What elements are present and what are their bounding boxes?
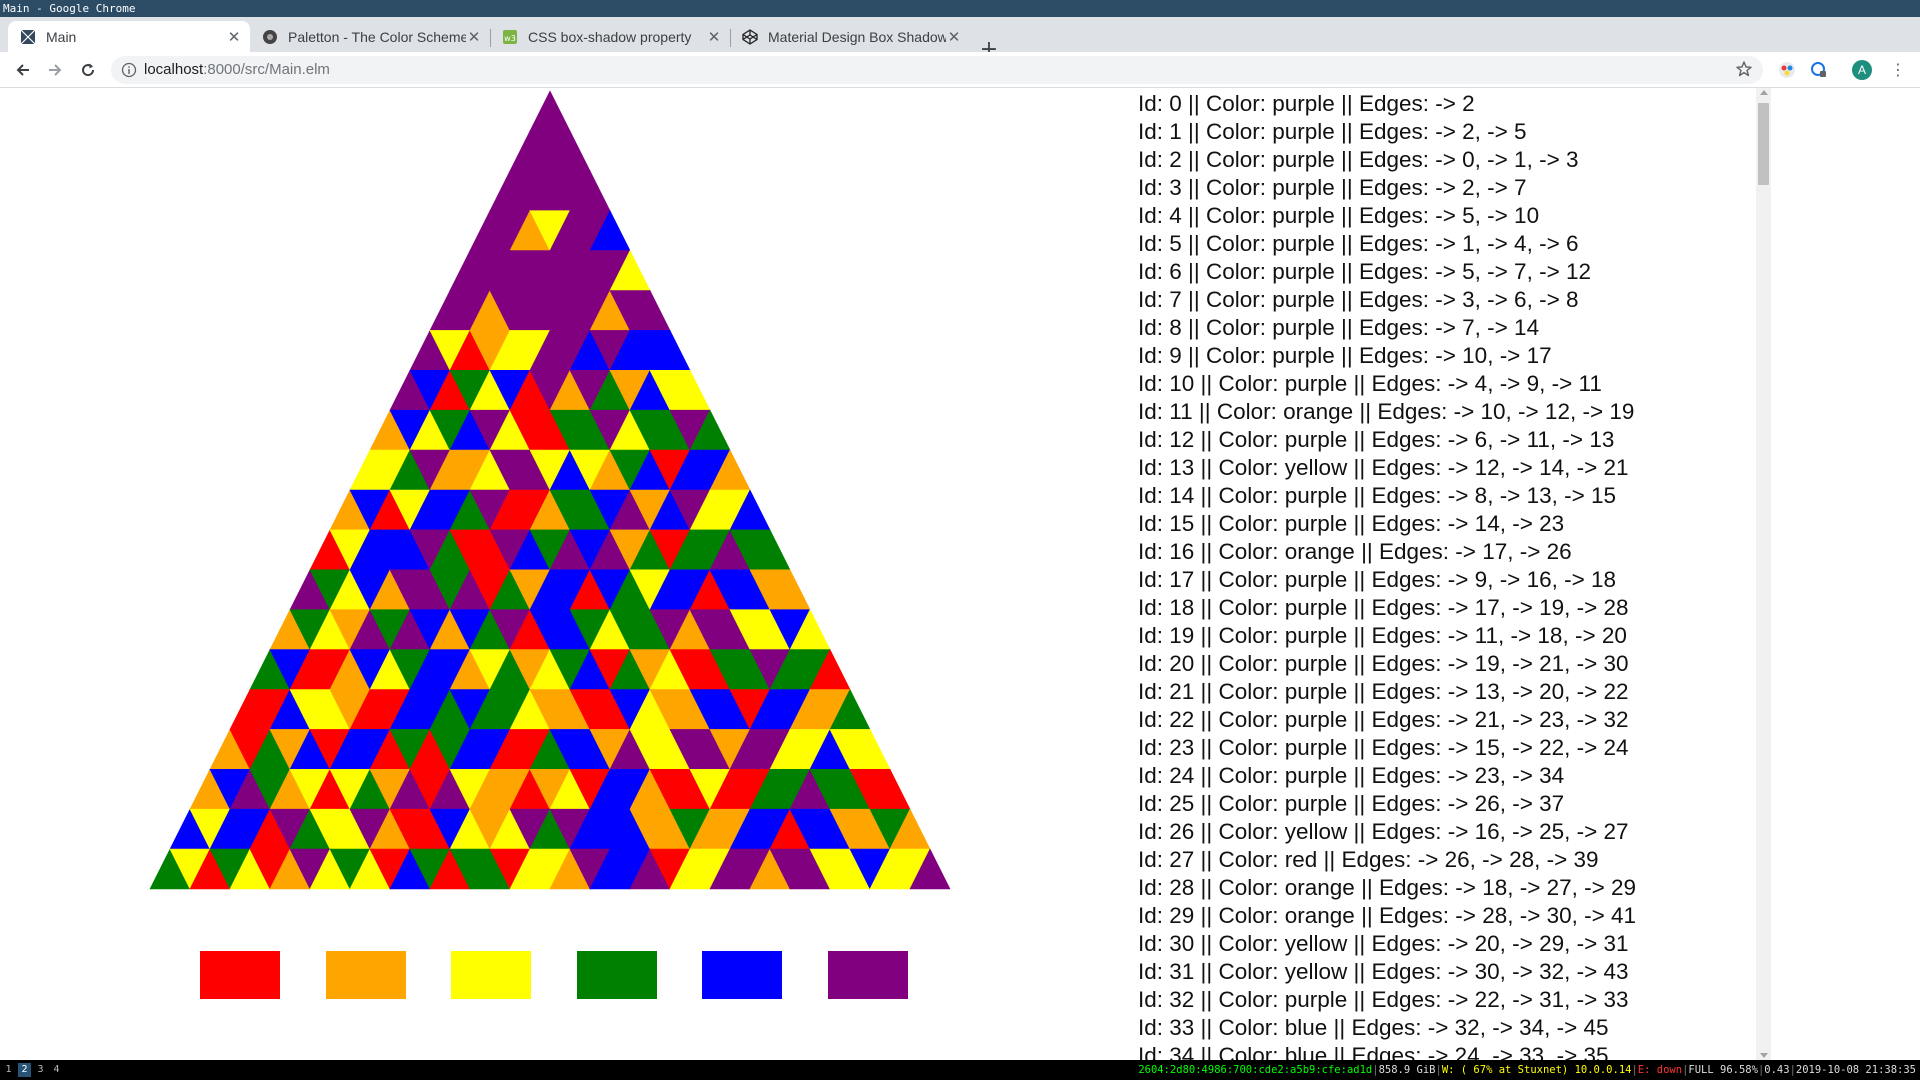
- tab-label: Paletton - The Color Scheme Designer: [288, 28, 466, 45]
- node-entry: Id: 25 || Color: purple || Edges: -> 26,…: [1138, 791, 1565, 816]
- scrollbar-thumb[interactable]: [1758, 103, 1769, 185]
- close-tab-icon[interactable]: ✕: [466, 28, 482, 46]
- node-entry: Id: 2 || Color: purple || Edges: -> 0, -…: [1138, 147, 1579, 172]
- forward-button[interactable]: [43, 58, 67, 82]
- codepen-icon: [742, 28, 758, 45]
- node-entry: Id: 3 || Color: purple || Edges: -> 2, -…: [1138, 175, 1527, 200]
- url-text: localhost:8000/src/Main.elm: [144, 61, 330, 78]
- info-icon[interactable]: [121, 62, 137, 82]
- back-arrow-icon: [16, 64, 29, 76]
- close-tab-icon[interactable]: ✕: [946, 28, 962, 46]
- clock: 2019-10-08 21:38:35: [1795, 1064, 1916, 1076]
- scroll-up-arrow-icon[interactable]: [1760, 90, 1768, 95]
- node-entry: Id: 28 || Color: orange || Edges: -> 18,…: [1138, 875, 1637, 900]
- reload-button[interactable]: [76, 58, 100, 82]
- close-tab-icon[interactable]: ✕: [706, 28, 722, 46]
- address-bar[interactable]: localhost:8000/src/Main.elm: [111, 56, 1763, 84]
- browser-toolbar: localhost:8000/src/Main.elm A ⋮: [0, 52, 1920, 88]
- workspace-3[interactable]: 3: [34, 1063, 47, 1077]
- node-entry: Id: 5 || Color: purple || Edges: -> 1, -…: [1138, 231, 1579, 256]
- node-entry: Id: 21 || Color: purple || Edges: -> 13,…: [1138, 679, 1629, 704]
- tab-label: Main: [46, 28, 77, 45]
- battery-status: FULL 96.58%: [1688, 1064, 1758, 1076]
- node-entry: Id: 7 || Color: purple || Edges: -> 3, -…: [1138, 287, 1579, 312]
- node-entry: Id: 12 || Color: purple || Edges: -> 6, …: [1138, 427, 1615, 452]
- window-title: Main - Google Chrome: [0, 0, 1920, 17]
- swatch-yellow[interactable]: [451, 951, 531, 999]
- triangle-cell[interactable]: [529, 90, 571, 132]
- node-entry: Id: 24 || Color: purple || Edges: -> 23,…: [1138, 763, 1565, 788]
- node-entry: Id: 27 || Color: red || Edges: -> 26, ->…: [1138, 847, 1599, 872]
- status-info: 2604:2d80:4986:700:cde2:a5b9:cfe:ad1d|85…: [1138, 1064, 1916, 1076]
- scroll-down-arrow-icon[interactable]: [1760, 1053, 1768, 1058]
- wifi-status: W: ( 67% at Stuxnet) 10.0.0.14: [1441, 1064, 1632, 1076]
- swatch-green[interactable]: [577, 951, 657, 999]
- node-entry: Id: 29 || Color: orange || Edges: -> 28,…: [1138, 903, 1637, 928]
- vertical-scrollbar[interactable]: [1756, 88, 1771, 1060]
- color-extension-icon[interactable]: [1777, 60, 1797, 80]
- bookmark-star-icon[interactable]: [1735, 60, 1753, 82]
- node-entry: Id: 10 || Color: purple || Edges: -> 4, …: [1138, 371, 1602, 396]
- disk-space: 858.9 GiB: [1378, 1064, 1436, 1076]
- node-list: Id: 0 || Color: purple || Edges: -> 2 Id:…: [1138, 88, 1758, 1060]
- node-entry: Id: 19 || Color: purple || Edges: -> 11,…: [1138, 623, 1627, 648]
- node-entry: Id: 22 || Color: purple || Edges: -> 21,…: [1138, 707, 1629, 732]
- paletton-icon: [262, 29, 278, 45]
- reload-icon: [82, 63, 95, 77]
- node-entry: Id: 34 || Color: blue || Edges: -> 24, -…: [1138, 1043, 1609, 1060]
- node-entry: Id: 11 || Color: orange || Edges: -> 10,…: [1138, 399, 1635, 424]
- node-entry: Id: 6 || Color: purple || Edges: -> 5, -…: [1138, 259, 1591, 284]
- load-average: 0.43: [1764, 1064, 1790, 1076]
- tab-paletton[interactable]: Paletton - The Color Scheme Designer ✕: [250, 21, 490, 52]
- back-button[interactable]: [11, 58, 35, 82]
- elm-icon: [20, 29, 36, 45]
- node-entry: Id: 26 || Color: yellow || Edges: -> 16,…: [1138, 819, 1629, 844]
- node-entry: Id: 18 || Color: purple || Edges: -> 17,…: [1138, 595, 1629, 620]
- node-entry: Id: 4 || Color: purple || Edges: -> 5, -…: [1138, 203, 1540, 228]
- workspace-2[interactable]: 2: [18, 1063, 31, 1077]
- ethernet-status: E: down: [1637, 1064, 1683, 1076]
- node-entry: Id: 31 || Color: yellow || Edges: -> 30,…: [1138, 959, 1629, 984]
- node-entry: Id: 33 || Color: blue || Edges: -> 32, -…: [1138, 1015, 1609, 1040]
- url-path: :8000/src/Main.elm: [203, 61, 330, 78]
- node-entry: Id: 32 || Color: purple || Edges: -> 22,…: [1138, 987, 1629, 1012]
- tab-strip: Main ✕ Paletton - The Color Scheme Desig…: [0, 17, 1920, 61]
- forward-arrow-icon: [49, 64, 62, 76]
- workspace-1[interactable]: 1: [2, 1063, 15, 1077]
- tab-label: Material Design Box Shadows: [768, 28, 946, 45]
- tab-material-shadows[interactable]: Material Design Box Shadows ✕: [730, 21, 970, 52]
- swatch-blue[interactable]: [702, 951, 782, 999]
- triangle-pyramid: [149, 90, 951, 890]
- node-entry: Id: 20 || Color: purple || Edges: -> 19,…: [1138, 651, 1629, 676]
- workspace-4[interactable]: 4: [50, 1063, 63, 1077]
- svg-text:w3: w3: [504, 34, 516, 43]
- node-entry: Id: 16 || Color: orange || Edges: -> 17,…: [1138, 539, 1572, 564]
- ipv6-address: 2604:2d80:4986:700:cde2:a5b9:cfe:ad1d: [1138, 1064, 1373, 1076]
- node-entry: Id: 13 || Color: yellow || Edges: -> 12,…: [1138, 455, 1629, 480]
- url-host: localhost: [144, 61, 204, 78]
- tab-main[interactable]: Main ✕: [8, 21, 250, 52]
- node-entry: Id: 23 || Color: purple || Edges: -> 15,…: [1138, 735, 1629, 760]
- tab-css-box-shadow[interactable]: w3 CSS box-shadow property ✕: [490, 21, 730, 52]
- node-entry: Id: 15 || Color: purple || Edges: -> 14,…: [1138, 511, 1565, 536]
- swatch-orange[interactable]: [326, 951, 406, 999]
- menu-kebab-icon[interactable]: ⋮: [1890, 60, 1906, 80]
- node-entry: Id: 17 || Color: purple || Edges: -> 9, …: [1138, 567, 1617, 592]
- lens-extension-icon[interactable]: [1809, 60, 1829, 80]
- node-entry: Id: 1 || Color: purple || Edges: -> 2, -…: [1138, 119, 1527, 144]
- node-entry: Id: 8 || Color: purple || Edges: -> 7, -…: [1138, 315, 1540, 340]
- w3schools-icon: w3: [502, 29, 518, 45]
- status-bar: 1 2 3 4 2604:2d80:4986:700:cde2:a5b9:cfe…: [0, 1060, 1920, 1080]
- close-tab-icon[interactable]: ✕: [226, 28, 242, 46]
- profile-avatar[interactable]: A: [1852, 60, 1872, 80]
- swatch-red[interactable]: [200, 951, 280, 999]
- node-entry: Id: 14 || Color: purple || Edges: -> 8, …: [1138, 483, 1617, 508]
- node-entry: Id: 9 || Color: purple || Edges: -> 10, …: [1138, 343, 1552, 368]
- node-entry: Id: 30 || Color: yellow || Edges: -> 20,…: [1138, 931, 1629, 956]
- page-viewport: Id: 0 || Color: purple || Edges: -> 2 Id:…: [0, 88, 1920, 1060]
- node-entry: Id: 0 || Color: purple || Edges: -> 2: [1138, 91, 1475, 116]
- tab-label: CSS box-shadow property: [528, 28, 692, 45]
- swatch-purple[interactable]: [828, 951, 908, 999]
